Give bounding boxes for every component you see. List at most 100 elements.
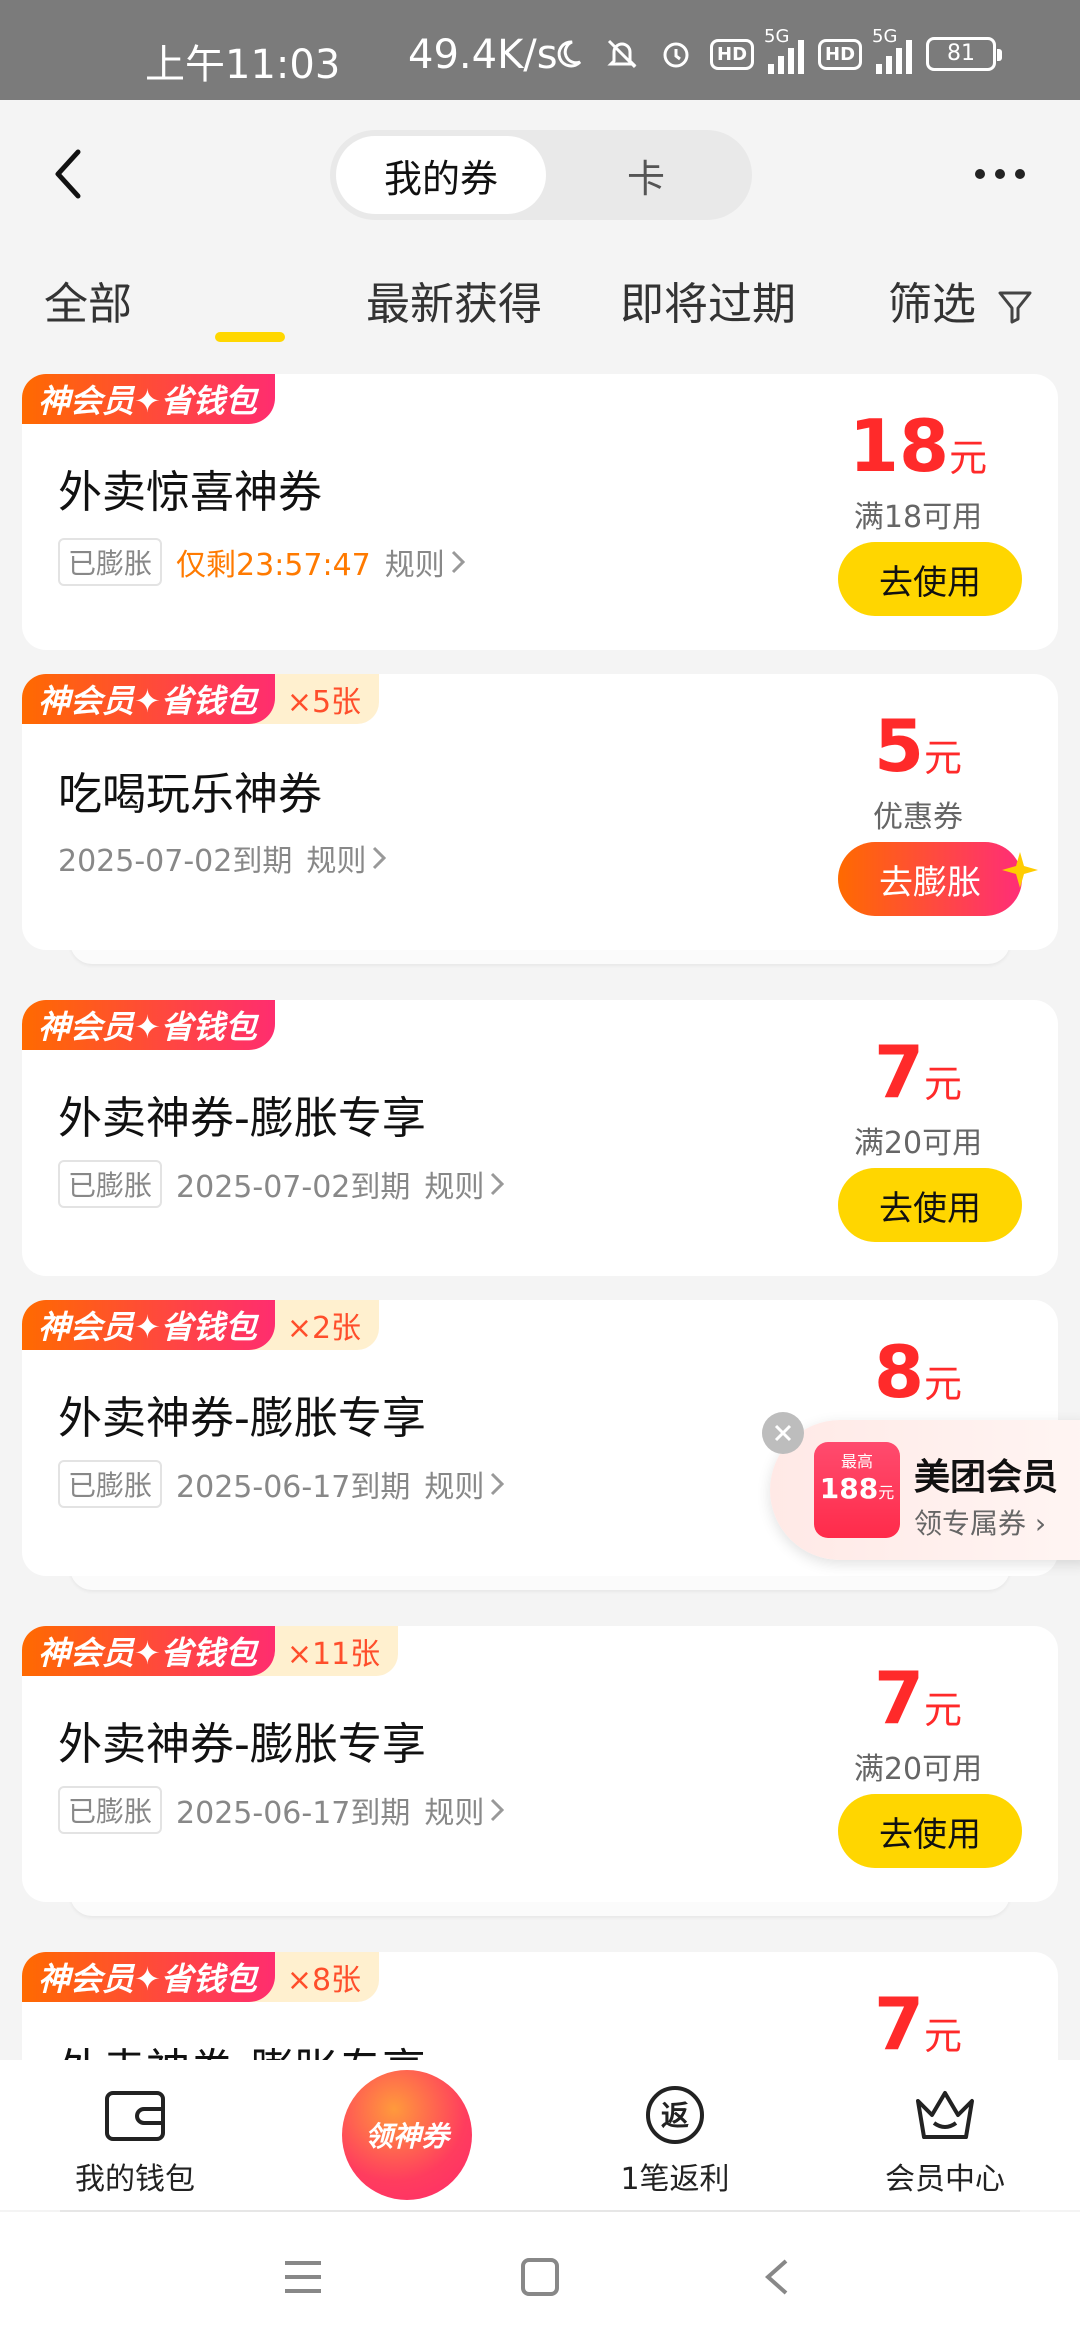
filter-expiring[interactable]: 即将过期	[620, 268, 796, 332]
center-claim-button[interactable]: 领神券	[342, 2070, 472, 2200]
coupon-title: 外卖神券-膨胀专享	[58, 2034, 426, 2060]
battery-icon: 81	[926, 37, 1003, 71]
filter-row: 全部 最新获得 即将过期 筛选	[0, 250, 1080, 360]
nav-back-button[interactable]	[752, 2252, 802, 2302]
rule-link[interactable]: 规则	[424, 1788, 505, 1832]
coupon-amount: 18元	[848, 404, 988, 488]
brand-ribbon: 神会员✦省钱包	[22, 374, 275, 424]
more-options-icon[interactable]	[975, 162, 1035, 186]
coupon-condition: 优惠券	[873, 800, 963, 835]
filter-latest[interactable]: 最新获得	[366, 268, 542, 332]
coupon-meta: 2025-07-02到期 规则	[58, 836, 387, 880]
rule-link[interactable]: 规则	[385, 540, 465, 584]
brand-label: 神会员✦省钱包	[22, 1952, 275, 2002]
expiry-date: 2025-07-02到期	[58, 844, 293, 879]
expiry-date: 2025-06-17到期	[176, 1796, 411, 1831]
status-icons: HD 5G HD 5G 81	[548, 26, 1003, 74]
back-triangle-icon	[764, 2259, 788, 2295]
back-button[interactable]	[40, 146, 96, 202]
brand-ribbon: 神会员✦省钱包 ×11张	[22, 1626, 399, 1676]
coupon-amount: 7元	[873, 1982, 963, 2060]
expiry-date: 2025-06-17到期	[176, 1470, 411, 1505]
network-speed: 49.4K/s	[408, 32, 558, 78]
tab-cards[interactable]: 卡	[546, 136, 746, 214]
coupon-card[interactable]: 神会员✦省钱包 ×5张 吃喝玩乐神券 2025-07-02到期 规则 5元 优惠…	[22, 674, 1058, 970]
coupon-amount: 5元	[873, 704, 963, 788]
signal-icon: 5G	[764, 26, 805, 74]
system-navbar	[0, 2212, 1080, 2340]
coupon-meta: 已膨胀 仅剩23:57:47 规则	[58, 538, 465, 586]
coupon-meta: 已膨胀 2025-07-02到期 规则	[58, 1160, 505, 1208]
coupon-card[interactable]: 神会员✦省钱包 外卖神券-膨胀专享 已膨胀 2025-07-02到期 规则 7元…	[22, 1000, 1058, 1276]
tab-wallet-label: 我的钱包	[75, 2162, 195, 2197]
rule-link[interactable]: 规则	[424, 1162, 505, 1206]
status-time: 上午11:03	[145, 42, 341, 88]
expanded-tag: 已膨胀	[58, 1786, 163, 1834]
bottom-tabbar: 我的钱包 领神券 返 1笔返利 会员中心	[0, 2060, 1080, 2210]
coupon-condition: 满20可用	[853, 1752, 983, 1787]
back-arrow-icon	[55, 149, 81, 199]
coupon-meta: 已膨胀 2025-06-17到期 规则	[58, 1460, 505, 1508]
rule-link[interactable]: 规则	[306, 836, 387, 880]
funnel-icon	[998, 291, 1032, 324]
promo-badge: 最高 188元	[814, 1442, 900, 1538]
header: 我的券 卡	[0, 100, 1080, 250]
rebate-icon: 返	[646, 2086, 704, 2144]
chevron-right-icon	[491, 1798, 505, 1822]
coupon-list: 神会员✦省钱包 外卖惊喜神券 已膨胀 仅剩23:57:47 规则 18元 满18…	[0, 360, 1080, 2060]
brand-label: 神会员✦省钱包	[22, 1000, 275, 1050]
coupon-meta: 已膨胀 2025-06-17到期 规则	[58, 1786, 505, 1834]
nav-menu-button[interactable]	[278, 2252, 328, 2302]
brand-label: 神会员✦省钱包	[22, 374, 275, 424]
use-button[interactable]: 去使用	[838, 542, 1022, 616]
coupon-title: 吃喝玩乐神券	[58, 769, 322, 820]
tab-rebate-label: 1笔返利	[620, 2162, 730, 2197]
filter-label: 筛选	[888, 279, 976, 330]
expiry-date: 2025-07-02到期	[176, 1170, 411, 1205]
brand-label: 神会员✦省钱包	[22, 1626, 275, 1676]
coupon-card[interactable]: 神会员✦省钱包 ×11张 外卖神券-膨胀专享 已膨胀 2025-06-17到期 …	[22, 1626, 1058, 1922]
crown-icon	[916, 2091, 974, 2139]
coupon-card[interactable]: 神会员✦省钱包 外卖惊喜神券 已膨胀 仅剩23:57:47 规则 18元 满18…	[22, 374, 1058, 650]
status-bar: 上午11:03 49.4K/s HD 5G HD 5G 81	[0, 0, 1080, 100]
expanded-tag: 已膨胀	[58, 1460, 163, 1508]
expand-button[interactable]: 去膨胀	[838, 842, 1022, 916]
tab-member-center[interactable]: 会员中心	[845, 2080, 1045, 2198]
alarm-icon	[656, 34, 696, 74]
hd-icon-2: HD	[818, 38, 863, 70]
tab-my-coupons[interactable]: 我的券	[336, 136, 546, 214]
promo-title: 美团会员	[914, 1457, 1059, 1498]
chevron-right-icon	[373, 846, 387, 870]
brand-label: 神会员✦省钱包	[22, 674, 275, 724]
coupon-amount: 7元	[873, 1656, 963, 1740]
signal-icon-2: 5G	[872, 26, 913, 74]
hd-icon: HD	[710, 38, 755, 70]
filter-all[interactable]: 全部	[44, 268, 132, 332]
rule-link[interactable]: 规则	[424, 1462, 505, 1506]
tab-wallet[interactable]: 我的钱包	[35, 2080, 235, 2198]
chevron-right-icon	[491, 1172, 505, 1196]
tab-rebate[interactable]: 返 1笔返利	[575, 2080, 775, 2198]
use-button[interactable]: 去使用	[838, 1794, 1022, 1868]
sparkle-icon	[1002, 852, 1038, 888]
use-button[interactable]: 去使用	[838, 1168, 1022, 1242]
wallet-icon	[105, 2091, 165, 2141]
chevron-right-icon	[451, 550, 465, 574]
coupon-card[interactable]: 神会员✦省钱包 ×8张 外卖神券-膨胀专享 7元	[22, 1952, 1058, 2060]
close-icon	[774, 1424, 792, 1442]
close-promo-button[interactable]	[762, 1412, 804, 1454]
coupon-title: 外卖神券-膨胀专享	[58, 1093, 426, 1144]
segmented-control: 我的券 卡	[330, 130, 752, 220]
promo-subtitle: 领专属券 ›	[914, 1507, 1047, 1540]
coupon-condition: 满18可用	[853, 500, 983, 535]
menu-icon	[285, 2261, 321, 2293]
brand-ribbon: 神会员✦省钱包 ×2张	[22, 1300, 380, 1350]
coupon-condition: 满20可用	[853, 1126, 983, 1161]
brand-ribbon: 神会员✦省钱包 ×5张	[22, 674, 380, 724]
active-filter-indicator	[215, 332, 285, 342]
filter-button[interactable]: 筛选	[888, 268, 1034, 332]
expanded-tag: 已膨胀	[58, 538, 163, 586]
nav-home-button[interactable]	[515, 2252, 565, 2302]
home-square-icon	[521, 2258, 559, 2296]
member-promo-widget[interactable]: 最高 188元 美团会员 领专属券 ›	[770, 1420, 1080, 1560]
